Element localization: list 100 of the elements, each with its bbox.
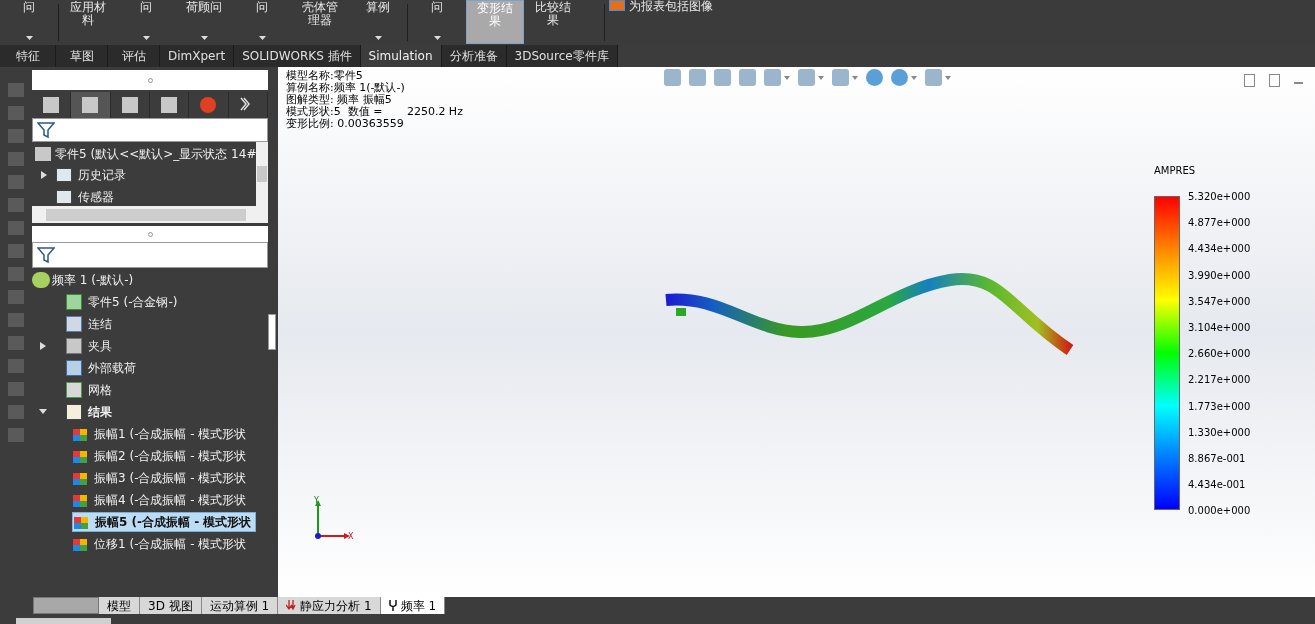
command-tab[interactable]: 特征: [0, 45, 56, 67]
legend-label: 8.867e-001: [1188, 453, 1247, 464]
result-item[interactable]: 振幅1 (-合成振幅 - 模式形状: [72, 424, 251, 444]
vertical-scrollbar[interactable]: [256, 142, 268, 206]
caret-icon[interactable]: [852, 75, 858, 80]
plot-info-text: 图解类型: 频率 振幅5: [286, 94, 392, 106]
result-item[interactable]: 位移1 (-合成振幅 - 模式形状: [72, 534, 251, 554]
tool-icon: [8, 106, 24, 120]
tree-item[interactable]: 结果: [88, 403, 112, 421]
tool-icon: [8, 428, 24, 442]
axis-label: X: [348, 531, 354, 543]
legend-label: 1.330e+000: [1188, 427, 1251, 438]
caret-icon: [433, 36, 441, 40]
caret-icon[interactable]: [784, 75, 790, 80]
splitter-handle[interactable]: [32, 226, 268, 242]
caret-icon[interactable]: [911, 75, 917, 80]
tool-icon: [8, 336, 24, 350]
list-tab[interactable]: [71, 92, 111, 118]
ribbon-button[interactable]: 问: [0, 0, 58, 44]
result-plot-icon: [72, 470, 90, 486]
legend-label: 2.660e+000: [1188, 349, 1251, 360]
tile-left-icon[interactable]: [1244, 74, 1255, 87]
tree-item[interactable]: 连结: [88, 315, 112, 333]
plot-info-text: 算例名称:频率 1(-默认-): [286, 82, 406, 94]
command-tab[interactable]: SOLIDWORKS 插件: [234, 45, 361, 67]
command-tab[interactable]: 3DSource零件库: [506, 45, 618, 67]
study-icon: [32, 272, 50, 288]
tree-item[interactable]: 外部载荷: [88, 359, 136, 377]
tree-item[interactable]: 零件5 (-合金钢-): [88, 293, 178, 311]
horizontal-scrollbar[interactable]: [32, 206, 268, 223]
command-tab[interactable]: 分析准备: [441, 45, 507, 67]
tuning-fork-icon: [388, 600, 397, 611]
result-item[interactable]: 振幅5 (-合成振幅 - 模式形状: [72, 512, 257, 532]
filter-icon[interactable]: [37, 121, 55, 139]
legend-label: 4.434e-001: [1188, 480, 1247, 491]
legend-label: 4.877e+000: [1188, 218, 1251, 229]
ribbon-button[interactable]: 问: [233, 0, 291, 44]
tab-scroll-buttons[interactable]: [33, 597, 99, 614]
caret-icon: [142, 36, 150, 40]
ribbon-button[interactable]: 应用材 料: [59, 0, 117, 44]
legend-label: 3.990e+000: [1188, 270, 1251, 281]
result-plot-icon: [72, 426, 90, 442]
result-item[interactable]: 振幅4 (-合成振幅 - 模式形状: [72, 490, 251, 510]
result-plot-icon: [72, 536, 90, 552]
ribbon-button[interactable]: 问: [408, 0, 466, 44]
tree-item[interactable]: 网格: [88, 381, 112, 399]
tool-icon: [8, 290, 24, 304]
tree-item[interactable]: 夹具: [88, 337, 112, 355]
legend-label: 5.320e+000: [1188, 192, 1251, 202]
tool-icon: [8, 83, 24, 97]
tool-icon: [8, 382, 24, 396]
command-tab[interactable]: 草图: [56, 45, 108, 67]
tree-item[interactable]: 传感器: [78, 188, 114, 206]
command-tab[interactable]: DimXpert: [160, 45, 235, 67]
document-tab[interactable]: 模型: [99, 597, 140, 614]
legend-label: 1.773e+000: [1188, 401, 1251, 412]
caret-icon[interactable]: [945, 75, 951, 80]
collapse-arrow-icon[interactable]: [39, 408, 47, 416]
filter-dropdown-icon[interactable]: [37, 246, 55, 264]
expand-arrow-icon[interactable]: [40, 171, 48, 179]
caret-icon: [25, 36, 33, 40]
ribbon-button[interactable]: 荷顾问: [175, 0, 233, 44]
down-arrows-icon: [286, 600, 297, 611]
report-option[interactable]: 为报表包括图像: [629, 0, 713, 13]
tool-icon: [8, 221, 24, 235]
panel-collapse-handle[interactable]: [268, 314, 276, 350]
document-tab[interactable]: 3D 视图: [140, 597, 202, 614]
result-plot-icon: [73, 514, 91, 530]
command-tab[interactable]: 评估: [108, 45, 160, 67]
report-image-icon: [609, 0, 625, 11]
result-plot-icon: [72, 448, 90, 464]
ribbon-button[interactable]: 问: [117, 0, 175, 44]
ribbon-button[interactable]: 壳体管 理器: [291, 0, 349, 44]
caret-icon: [200, 36, 208, 40]
plot-info-text: 模式形状:5 数值 = 2250.2 Hz: [286, 106, 463, 118]
tree-item[interactable]: 频率 1 (-默认-): [52, 271, 134, 289]
document-tab[interactable]: 静应力分析 1: [278, 597, 381, 614]
color-wheel-icon: [200, 97, 217, 113]
splitter-handle[interactable]: [32, 70, 268, 90]
tile-right-icon[interactable]: [1269, 74, 1280, 87]
result-item[interactable]: 振幅3 (-合成振幅 - 模式形状: [72, 468, 251, 488]
ribbon-button[interactable]: 算例: [349, 0, 407, 44]
tree-item[interactable]: 历史记录: [78, 166, 126, 184]
tool-icon: [8, 175, 24, 189]
document-tab[interactable]: 运动算例 1: [201, 597, 279, 614]
tool-icon: [8, 152, 24, 166]
tool-icon: [8, 244, 24, 258]
result-item[interactable]: 振幅2 (-合成振幅 - 模式形状: [72, 446, 251, 466]
expand-arrow-icon[interactable]: [39, 342, 47, 350]
legend-title: AMPRES: [1154, 164, 1197, 178]
axis-label: Y: [314, 495, 319, 507]
tree-item[interactable]: 零件5 (默认<<默认>_显示状态 14#: [55, 145, 256, 163]
caret-icon[interactable]: [818, 75, 824, 80]
filter-field[interactable]: [32, 242, 268, 268]
legend-label: 3.547e+000: [1188, 296, 1251, 307]
tool-icon: [8, 129, 24, 143]
tool-icon: [8, 198, 24, 212]
document-tab[interactable]: 频率 1: [380, 597, 446, 614]
filter-field[interactable]: [32, 118, 268, 142]
ribbon-button[interactable]: 比较结 果: [524, 0, 582, 44]
